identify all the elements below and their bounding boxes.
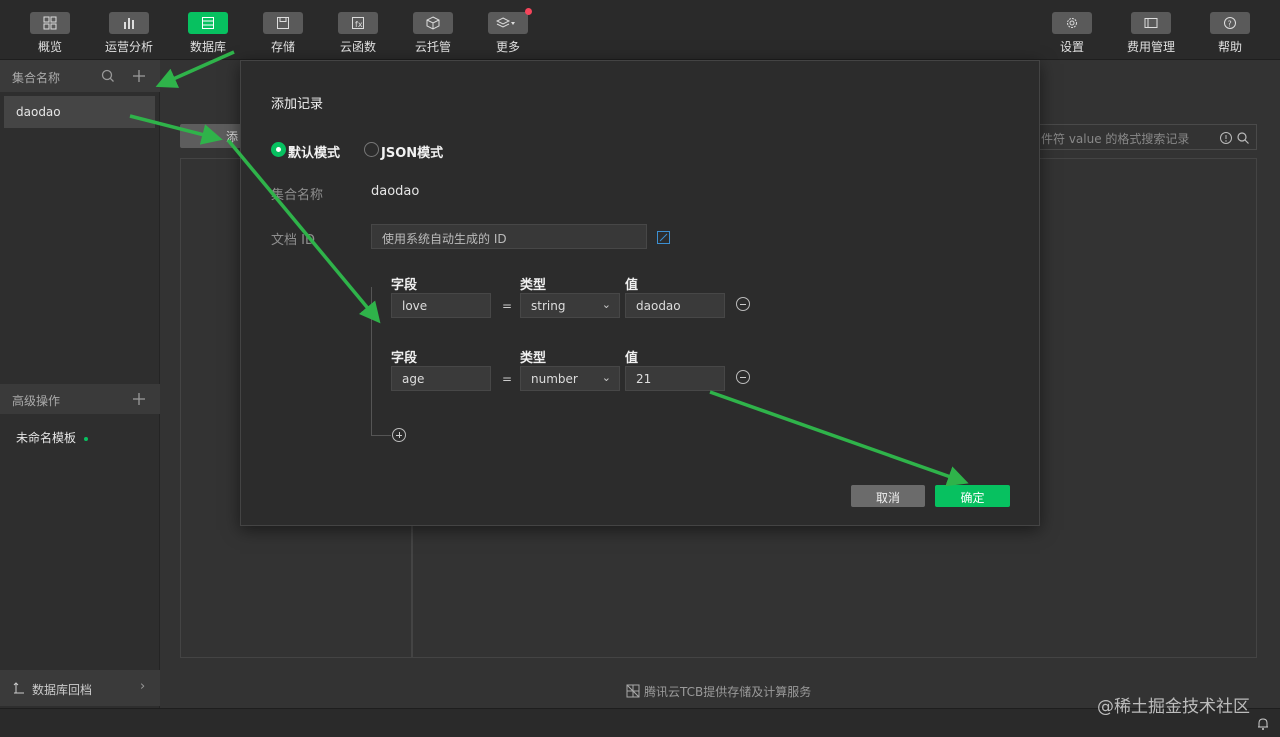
cancel-button[interactable]: 取消 bbox=[851, 485, 925, 507]
collection-item[interactable]: daodao bbox=[4, 96, 155, 128]
field-name-input[interactable]: age bbox=[391, 366, 491, 391]
watermark: @稀土掘金技术社区 bbox=[1097, 697, 1250, 717]
value-header: 值 bbox=[625, 351, 639, 366]
toolbar-overview[interactable]: 概览 bbox=[12, 12, 88, 58]
plus-icon: + bbox=[206, 127, 219, 145]
toolbar-storage[interactable]: 存储 bbox=[245, 12, 321, 58]
field-value-input[interactable]: 21 bbox=[625, 366, 725, 391]
status-bar bbox=[0, 708, 1280, 737]
field-header: 字段 bbox=[391, 278, 418, 293]
help-icon: ? bbox=[1210, 12, 1250, 34]
sidebar: 集合名称 daodao 高级操作 未命名模板 数据库回档 › bbox=[0, 60, 160, 708]
collection-label: 集合名称 bbox=[271, 188, 324, 203]
template-item-label: 未命名模板 bbox=[16, 431, 77, 445]
collections-header: 集合名称 bbox=[0, 60, 160, 92]
svg-text:?: ? bbox=[1228, 20, 1232, 29]
toolbar-label: 更多 bbox=[495, 40, 520, 54]
field-type-value: string bbox=[531, 299, 566, 313]
database-icon bbox=[188, 12, 228, 34]
grid-icon bbox=[30, 12, 70, 34]
edit-icon[interactable] bbox=[657, 231, 670, 244]
toolbar-label: 运营分析 bbox=[104, 40, 153, 54]
collections-title: 集合名称 bbox=[12, 71, 61, 85]
radio-circle bbox=[364, 142, 379, 157]
doc-id-label: 文档 ID bbox=[271, 233, 315, 248]
toolbar-label: 概览 bbox=[37, 40, 62, 54]
top-toolbar: 概览 运营分析 数据库 存储 fx 云函数 云托管 更多 设置 费用管理 ? 帮… bbox=[0, 0, 1280, 60]
equals-sign: = bbox=[502, 299, 513, 313]
doc-id-input[interactable]: 使用系统自动生成的 ID bbox=[371, 224, 647, 249]
advanced-title: 高级操作 bbox=[12, 394, 61, 408]
database-rollback-label: 数据库回档 bbox=[32, 683, 93, 697]
sort-icon bbox=[12, 680, 26, 699]
provider-note-text: 腾讯云TCB提供存储及计算服务 bbox=[644, 685, 812, 699]
template-item[interactable]: 未命名模板 bbox=[16, 429, 89, 446]
info-icon[interactable] bbox=[1219, 130, 1233, 149]
svg-text:fx: fx bbox=[355, 20, 363, 29]
toolbar-label: 存储 bbox=[270, 40, 295, 54]
tree-line bbox=[371, 435, 391, 436]
toolbar-label: 数据库 bbox=[189, 40, 226, 54]
toolbar-hosting[interactable]: 云托管 bbox=[395, 12, 471, 58]
toolbar-label: 设置 bbox=[1059, 40, 1084, 54]
advanced-header: 高级操作 bbox=[0, 384, 160, 414]
confirm-button[interactable]: 确定 bbox=[935, 485, 1010, 507]
remove-field-icon[interactable] bbox=[736, 370, 750, 384]
add-template-icon[interactable] bbox=[131, 391, 147, 407]
toolbar-label: 云函数 bbox=[339, 40, 376, 54]
chevron-down-icon: ⌄ bbox=[601, 298, 611, 311]
toolbar-label: 帮助 bbox=[1217, 40, 1242, 54]
layers-icon bbox=[488, 8, 532, 34]
card-icon bbox=[1131, 12, 1171, 34]
gear-icon bbox=[1052, 12, 1092, 34]
provider-note: 腾讯云TCB提供存储及计算服务 bbox=[626, 683, 811, 700]
dialog-title: 添加记录 bbox=[271, 97, 324, 112]
tcb-logo-icon bbox=[626, 684, 640, 698]
toolbar-settings[interactable]: 设置 bbox=[1034, 12, 1110, 58]
floppy-icon bbox=[263, 12, 303, 34]
record-search-input[interactable]: 件符 value 的格式搜索记录 bbox=[1020, 124, 1257, 150]
toolbar-help[interactable]: ? 帮助 bbox=[1192, 12, 1268, 58]
toolbar-database[interactable]: 数据库 bbox=[170, 12, 246, 58]
toolbar-more[interactable]: 更多 bbox=[470, 8, 546, 58]
search-placeholder: 件符 value 的格式搜索记录 bbox=[1041, 132, 1190, 146]
toolbar-label: 云托管 bbox=[414, 40, 451, 54]
notification-dot bbox=[525, 8, 532, 15]
search-icon[interactable] bbox=[1236, 130, 1250, 149]
toolbar-label: 费用管理 bbox=[1126, 40, 1175, 54]
type-header: 类型 bbox=[520, 351, 547, 366]
add-field-icon[interactable] bbox=[392, 428, 406, 442]
type-header: 类型 bbox=[520, 278, 547, 293]
cube-icon bbox=[413, 12, 453, 34]
field-type-value: number bbox=[531, 372, 578, 386]
toolbar-analytics[interactable]: 运营分析 bbox=[91, 12, 167, 58]
field-type-select[interactable]: string ⌄ bbox=[520, 293, 620, 318]
mode-json-label: JSON模式 bbox=[381, 146, 444, 161]
field-type-select[interactable]: number ⌄ bbox=[520, 366, 620, 391]
toolbar-functions[interactable]: fx 云函数 bbox=[320, 12, 396, 58]
function-icon: fx bbox=[338, 12, 378, 34]
value-header: 值 bbox=[625, 278, 639, 293]
field-header: 字段 bbox=[391, 351, 418, 366]
add-record-button[interactable]: + 添 bbox=[180, 124, 242, 148]
add-collection-icon[interactable] bbox=[131, 68, 147, 84]
equals-sign: = bbox=[502, 372, 513, 386]
bell-icon[interactable] bbox=[1257, 716, 1269, 735]
field-name-input[interactable]: love bbox=[391, 293, 491, 318]
chevron-down-icon: ⌄ bbox=[601, 371, 611, 384]
search-icon[interactable] bbox=[100, 68, 116, 84]
radio-circle bbox=[271, 142, 286, 157]
toolbar-billing[interactable]: 费用管理 bbox=[1113, 12, 1189, 58]
add-record-label: 添 bbox=[226, 130, 239, 144]
database-rollback-button[interactable]: 数据库回档 › bbox=[0, 670, 160, 706]
mode-default-label: 默认模式 bbox=[288, 146, 341, 161]
tree-line bbox=[371, 287, 372, 435]
bar-chart-icon bbox=[109, 12, 149, 34]
add-record-dialog: 添加记录 默认模式 JSON模式 集合名称 daodao 文档 ID 使用系统自… bbox=[240, 60, 1040, 526]
status-dot bbox=[84, 436, 89, 441]
remove-field-icon[interactable] bbox=[736, 297, 750, 311]
chevron-right-icon: › bbox=[140, 679, 146, 694]
collection-value: daodao bbox=[371, 184, 420, 199]
field-value-input[interactable]: daodao bbox=[625, 293, 725, 318]
